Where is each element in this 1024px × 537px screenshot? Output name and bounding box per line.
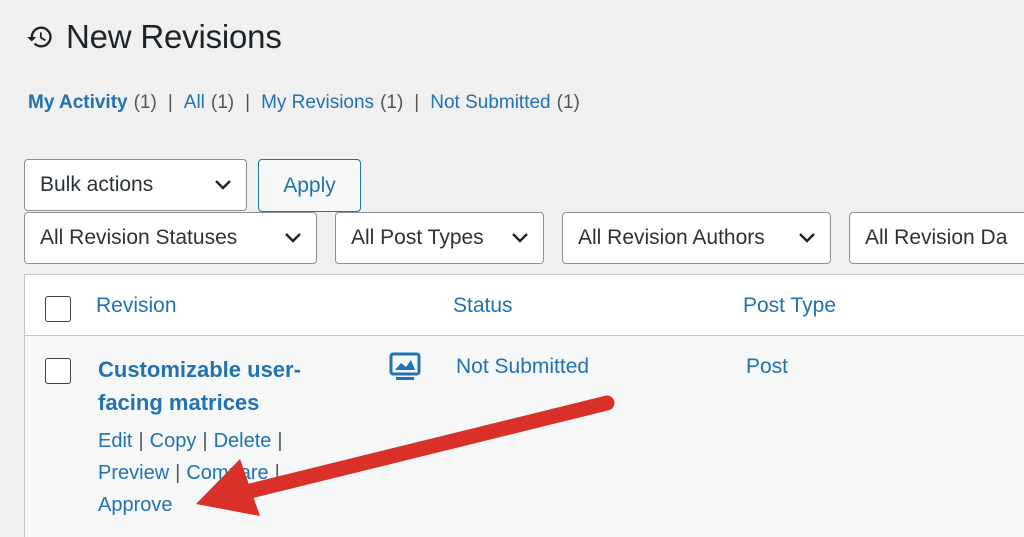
select-all-checkbox[interactable]	[45, 296, 71, 322]
page: New Revisions My Activity (1) | All (1) …	[0, 0, 1024, 537]
filter-count: (1)	[556, 92, 580, 113]
column-revision[interactable]: Revision	[96, 294, 177, 318]
post-type-select[interactable]: All Post Types	[335, 212, 544, 264]
revision-status-value: All Revision Statuses	[40, 226, 238, 249]
chevron-down-icon	[285, 233, 301, 243]
copy-link[interactable]: Copy	[150, 430, 197, 452]
action-separator: |	[175, 462, 181, 484]
post-type-cell[interactable]: Post	[746, 355, 788, 379]
filter-my-revisions[interactable]: My Revisions	[261, 92, 374, 114]
chevron-down-icon	[215, 180, 231, 190]
filter-not-submitted[interactable]: Not Submitted	[430, 92, 550, 114]
revision-status-select[interactable]: All Revision Statuses	[24, 212, 317, 264]
approve-link[interactable]: Approve	[98, 494, 173, 516]
filter-separator: |	[245, 92, 251, 113]
column-status[interactable]: Status	[453, 294, 513, 318]
revision-title-link[interactable]: Customizable user-facing matrices	[98, 353, 358, 419]
monitor-icon	[389, 352, 421, 380]
filter-count: (1)	[133, 92, 157, 113]
table-row: Customizable user-facing matrices Edit | C…	[25, 336, 1024, 537]
bulk-actions-select[interactable]: Bulk actions	[24, 159, 247, 211]
compare-link[interactable]: Compare	[186, 462, 268, 484]
page-title: New Revisions	[66, 18, 282, 55]
column-post-type[interactable]: Post Type	[743, 294, 836, 318]
action-separator: |	[274, 462, 280, 484]
chevron-down-icon	[799, 233, 815, 243]
edit-link[interactable]: Edit	[98, 430, 132, 452]
preview-link[interactable]: Preview	[98, 462, 169, 484]
revision-date-value: All Revision Da	[865, 226, 1008, 249]
filter-all[interactable]: All	[184, 92, 205, 114]
filter-my-activity[interactable]: My Activity	[28, 92, 128, 114]
revision-author-select[interactable]: All Revision Authors	[562, 212, 831, 264]
status-cell[interactable]: Not Submitted	[456, 355, 589, 379]
apply-button[interactable]: Apply	[258, 159, 361, 212]
filter-count: (1)	[380, 92, 404, 113]
page-header: New Revisions	[26, 18, 282, 56]
bulk-actions-value: Bulk actions	[40, 173, 154, 196]
row-actions: Edit | Copy | Delete | Preview | Compare | Appro…	[98, 425, 328, 521]
filter-separator: |	[167, 92, 173, 113]
revision-author-value: All Revision Authors	[578, 226, 765, 249]
row-checkbox[interactable]	[45, 358, 71, 384]
history-icon	[26, 23, 54, 51]
table-header: Revision Status Post Type	[25, 275, 1024, 336]
action-separator: |	[202, 430, 208, 452]
action-separator: |	[138, 430, 144, 452]
chevron-down-icon	[512, 233, 528, 243]
status-filter-links: My Activity (1) | All (1) | My Revisions…	[28, 92, 580, 114]
action-separator: |	[277, 430, 283, 452]
delete-link[interactable]: Delete	[214, 430, 272, 452]
revisions-table: Revision Status Post Type Customizable u…	[24, 274, 1024, 537]
post-type-value: All Post Types	[351, 226, 484, 249]
filter-separator: |	[414, 92, 420, 113]
filter-count: (1)	[210, 92, 235, 113]
revision-date-select[interactable]: All Revision Da	[849, 212, 1024, 264]
